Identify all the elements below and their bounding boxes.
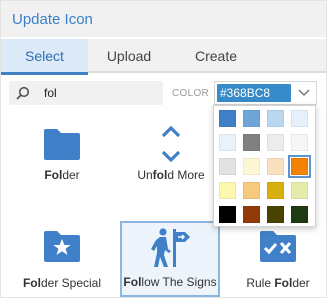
color-swatch[interactable] bbox=[267, 206, 284, 223]
tab-select[interactable]: Select bbox=[1, 39, 88, 75]
follow-the-signs-icon bbox=[151, 228, 190, 267]
icon-option-follow-the-signs[interactable]: Follow The Signs bbox=[120, 221, 220, 297]
color-swatch[interactable] bbox=[267, 110, 284, 127]
search-query: fol bbox=[44, 86, 57, 100]
color-swatch[interactable] bbox=[291, 206, 308, 223]
color-palette-dropdown bbox=[213, 105, 316, 227]
icon-option-label: Folder bbox=[44, 168, 80, 182]
tab-upload[interactable]: Upload bbox=[88, 39, 170, 73]
search-input[interactable]: fol bbox=[9, 81, 163, 105]
color-swatch[interactable] bbox=[291, 110, 308, 127]
color-swatch[interactable] bbox=[267, 158, 284, 175]
update-icon-dialog: Update Icon Select Upload Create fol COL… bbox=[0, 0, 327, 298]
color-swatch[interactable] bbox=[243, 206, 260, 223]
chevron-down-icon[interactable] bbox=[298, 89, 310, 97]
icon-option-rule-folder[interactable]: Rule Folder bbox=[229, 221, 327, 295]
icon-option-label: Unfold More bbox=[137, 168, 205, 182]
icon-option-folder[interactable]: Folder bbox=[13, 113, 111, 187]
color-label: COLOR bbox=[172, 88, 210, 99]
color-swatch[interactable] bbox=[219, 206, 236, 223]
color-swatch[interactable] bbox=[291, 134, 308, 151]
folder-special-icon bbox=[44, 231, 80, 262]
color-swatch[interactable] bbox=[243, 110, 260, 127]
search-icon bbox=[16, 86, 30, 100]
color-swatch[interactable] bbox=[219, 158, 236, 175]
color-picker-field[interactable]: #368BC8 bbox=[214, 81, 317, 105]
color-hex-value[interactable]: #368BC8 bbox=[217, 84, 291, 102]
icon-option-unfold-more[interactable]: Unfold More bbox=[122, 113, 220, 187]
unfold-more-icon bbox=[161, 125, 181, 163]
dialog-title: Update Icon bbox=[12, 10, 93, 28]
rule-folder-icon bbox=[260, 231, 296, 262]
color-swatch[interactable] bbox=[219, 182, 236, 199]
icon-option-label: Folder Special bbox=[22, 276, 102, 290]
color-swatch[interactable] bbox=[243, 182, 260, 199]
color-swatch[interactable] bbox=[288, 155, 311, 178]
color-swatch[interactable] bbox=[219, 134, 236, 151]
color-swatch[interactable] bbox=[267, 134, 284, 151]
tab-create[interactable]: Create bbox=[170, 39, 262, 73]
dialog-header: Update Icon bbox=[1, 1, 326, 37]
tab-bar: Select Upload Create bbox=[1, 39, 326, 75]
icon-option-label: Rule Folder bbox=[246, 276, 310, 290]
color-swatch[interactable] bbox=[219, 110, 236, 127]
color-swatch[interactable] bbox=[267, 182, 284, 199]
color-swatch[interactable] bbox=[243, 158, 260, 175]
folder-icon bbox=[44, 129, 80, 160]
color-swatch[interactable] bbox=[243, 134, 260, 151]
search-row: fol COLOR #368BC8 bbox=[9, 81, 318, 105]
color-swatch[interactable] bbox=[291, 182, 308, 199]
icon-option-label: Follow The Signs bbox=[123, 275, 217, 289]
icon-option-folder-special[interactable]: Folder Special bbox=[13, 221, 111, 295]
